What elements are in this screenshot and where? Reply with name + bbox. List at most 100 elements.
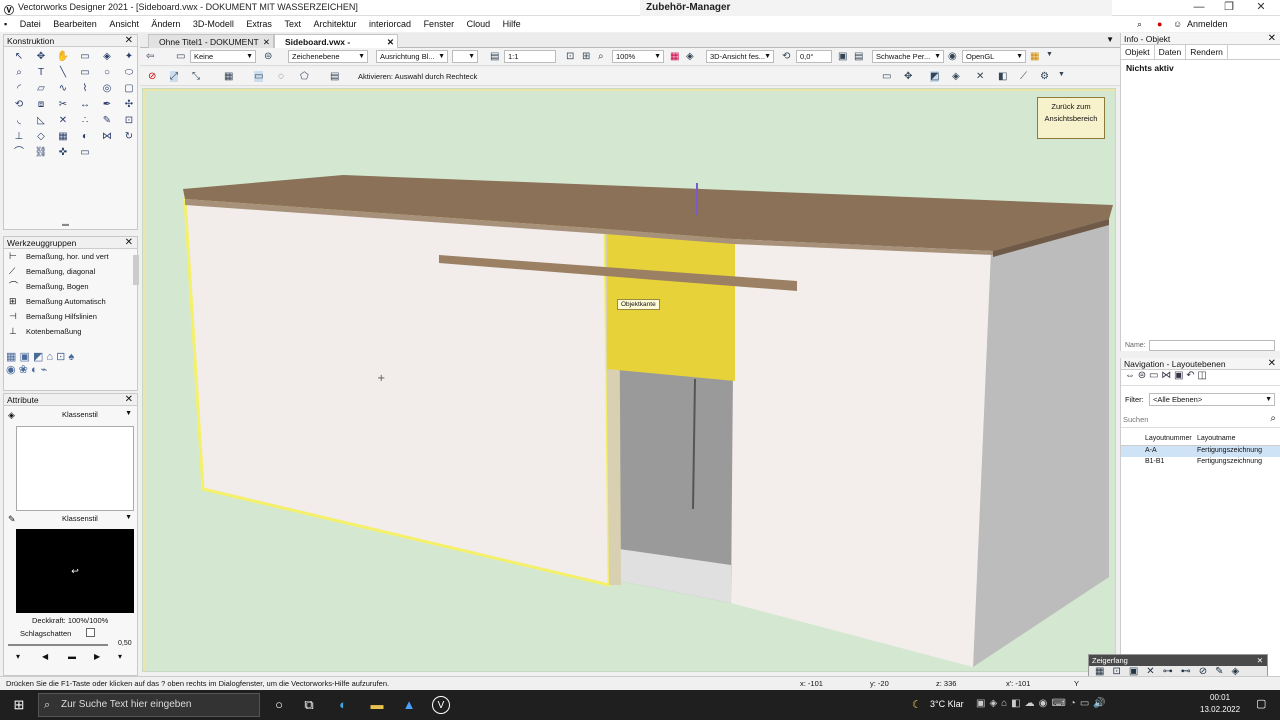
menu-fenster[interactable]: Fenster: [419, 16, 460, 32]
walkthrough-icon[interactable]: ◈: [96, 49, 118, 65]
list-item[interactable]: ⊥ Kotenbemaßung: [4, 324, 137, 339]
zoom-window-icon[interactable]: ▭: [74, 49, 96, 65]
lasso-select-icon[interactable]: ◌: [278, 71, 284, 82]
menu-text[interactable]: Text: [279, 16, 306, 32]
name-field[interactable]: [1149, 340, 1275, 351]
chamfer-tool-icon[interactable]: ◺: [30, 113, 52, 129]
edge-icon[interactable]: ◐: [334, 696, 352, 714]
select-mode-icon[interactable]: ⤢: [170, 71, 178, 82]
text-tool-icon[interactable]: T: [30, 65, 52, 81]
light-icon[interactable]: ▣: [838, 51, 847, 62]
maximize-button[interactable]: ❐: [1214, 0, 1244, 16]
collapse-icon[interactable]: ▬: [62, 221, 69, 228]
rotate-tool-icon[interactable]: ↻: [118, 129, 140, 145]
menu-aendern[interactable]: Ändern: [146, 16, 185, 32]
select-tool-icon[interactable]: ↖: [8, 49, 30, 65]
chevron-down-icon[interactable]: ▼: [1058, 71, 1065, 78]
freehand-tool-icon[interactable]: ∿: [52, 81, 74, 97]
menu-hilfe[interactable]: Hilfe: [498, 16, 526, 32]
rotate-view-icon[interactable]: ✦: [118, 49, 140, 65]
toolset-icon[interactable]: ⊡: [56, 351, 65, 363]
column-header-number[interactable]: Layoutnummer: [1145, 435, 1192, 442]
chevron-down-icon[interactable]: ▼: [1106, 35, 1114, 44]
notification-icon[interactable]: ●: [1152, 16, 1167, 32]
zoom-select[interactable]: 100% ▼: [612, 50, 664, 63]
snap-distance-icon[interactable]: ◧: [998, 71, 1007, 82]
taskbar-search[interactable]: ⌕ Zur Suche Text hier eingeben: [38, 693, 260, 717]
reshape-tool-icon[interactable]: ◇: [30, 129, 52, 145]
circle-tool-icon[interactable]: ○: [96, 65, 118, 81]
align-sub-select[interactable]: ▼: [452, 50, 478, 63]
symbol-tool-icon[interactable]: ▭: [74, 145, 96, 161]
disable-icon[interactable]: ⊘: [148, 71, 156, 82]
connect-tool-icon[interactable]: ⊥: [8, 129, 30, 145]
fill-preview[interactable]: [16, 426, 134, 511]
close-icon[interactable]: ✕: [1268, 33, 1276, 45]
callout-tool-icon[interactable]: ✎: [96, 113, 118, 129]
toolset-icon[interactable]: ◉: [6, 364, 16, 376]
back-to-view-button[interactable]: Zurück zum Ansichtsbereich: [1037, 97, 1105, 139]
close-icon[interactable]: ✕: [387, 35, 394, 49]
fill-style-select[interactable]: Klassenstil: [62, 410, 98, 419]
line-style-select[interactable]: Klassenstil: [62, 514, 98, 523]
zoom-tool-icon[interactable]: ⌕: [8, 65, 30, 81]
oval-tool-icon[interactable]: ⬭: [118, 65, 140, 81]
menu-3d-modell[interactable]: 3D-Modell: [188, 16, 239, 32]
list-item[interactable]: ⊣ Bemaßung Hilfslinien: [4, 309, 137, 324]
snap-object-icon[interactable]: ✥: [904, 71, 912, 82]
pan-tool-icon[interactable]: ✋: [52, 49, 74, 65]
toolset-icon[interactable]: ❀: [19, 364, 28, 376]
close-icon[interactable]: ✕: [125, 237, 133, 249]
tray-icons[interactable]: ▣◈⌂◧☁◉⌨◔▭🔊: [976, 698, 1110, 709]
class-select[interactable]: Keine ▼: [190, 50, 256, 63]
list-item[interactable]: ⌒ Bemaßung, Bogen: [4, 279, 137, 294]
tab-rendern[interactable]: Rendern: [1186, 45, 1228, 59]
polygon-select-icon[interactable]: ⬠: [300, 71, 309, 82]
snap-angle-icon[interactable]: ◩: [930, 71, 940, 82]
color-mode-icon[interactable]: ▦: [1030, 51, 1039, 62]
toolset-icon[interactable]: ◐: [31, 364, 38, 376]
angle-field[interactable]: 0,0°: [796, 50, 832, 63]
vectorworks-icon[interactable]: V: [432, 696, 450, 714]
chevron-down-icon[interactable]: ▼: [125, 514, 132, 521]
shadow-checkbox[interactable]: [86, 628, 95, 637]
toolset-icon[interactable]: ▣: [19, 351, 29, 363]
line-preview[interactable]: ↩: [16, 529, 134, 613]
arrow-left-icon[interactable]: ◀: [42, 652, 48, 661]
flyover-tool-icon[interactable]: ✥: [30, 49, 52, 65]
toolset-icon[interactable]: ⌂: [46, 351, 53, 363]
tab-sideboard[interactable]: Sideboard.vwx - DOKU...✕: [274, 34, 398, 61]
attribute-map-icon[interactable]: ▦: [52, 129, 74, 145]
line-weight-slider[interactable]: [8, 644, 108, 646]
close-button[interactable]: ✕: [1246, 0, 1276, 16]
rectangle-select-icon[interactable]: ▭: [254, 71, 264, 82]
transform-mode-icon[interactable]: ⤡: [192, 71, 200, 82]
search-icon[interactable]: ⌕: [1270, 413, 1276, 424]
list-item[interactable]: ⟋ Bemaßung, diagonal: [4, 264, 137, 279]
autodesk-icon[interactable]: ▲: [400, 696, 418, 714]
fillet-tool-icon[interactable]: ◟: [8, 113, 30, 129]
windows-start-icon[interactable]: ⊞: [10, 696, 28, 714]
view-settings-icon[interactable]: ◈: [686, 51, 694, 62]
arrow-right-icon[interactable]: ▶: [94, 652, 100, 661]
renderer-select[interactable]: OpenGL ▼: [962, 50, 1026, 63]
zoom-select-icon[interactable]: ⊞: [582, 51, 590, 62]
chevron-down-icon[interactable]: ▾: [16, 652, 20, 661]
zoom-icon[interactable]: ⌕: [598, 51, 604, 62]
chevron-down-icon[interactable]: ▼: [1046, 51, 1053, 58]
line-tool-icon[interactable]: ╲: [52, 65, 74, 81]
layer-select[interactable]: Zeichenebene ▼: [288, 50, 368, 63]
chain-tool-icon[interactable]: ⛓: [30, 145, 52, 161]
filter-select[interactable]: <Alle Ebenen> ▼: [1149, 393, 1275, 406]
list-item[interactable]: ⊞ Bemaßung Automatisch: [4, 294, 137, 309]
nav-tool-icon[interactable]: ▭: [1149, 370, 1158, 381]
preferences-icon[interactable]: ▤: [330, 71, 339, 82]
stipple-tool-icon[interactable]: ∴: [74, 113, 96, 129]
drawing-viewport[interactable]: + Zurück zum Ansichtsbereich Objektkante: [142, 88, 1116, 672]
eyedropper-tool-icon[interactable]: ✒: [96, 97, 118, 113]
stamp-tool-icon[interactable]: ⊡: [118, 113, 140, 129]
nav-tool-icon[interactable]: ⋈: [1161, 370, 1171, 381]
view-select[interactable]: 3D-Ansicht fes... ▼: [706, 50, 774, 63]
line-icon[interactable]: ▬: [68, 652, 76, 661]
zoom-fit-icon[interactable]: ⊡: [566, 51, 574, 62]
